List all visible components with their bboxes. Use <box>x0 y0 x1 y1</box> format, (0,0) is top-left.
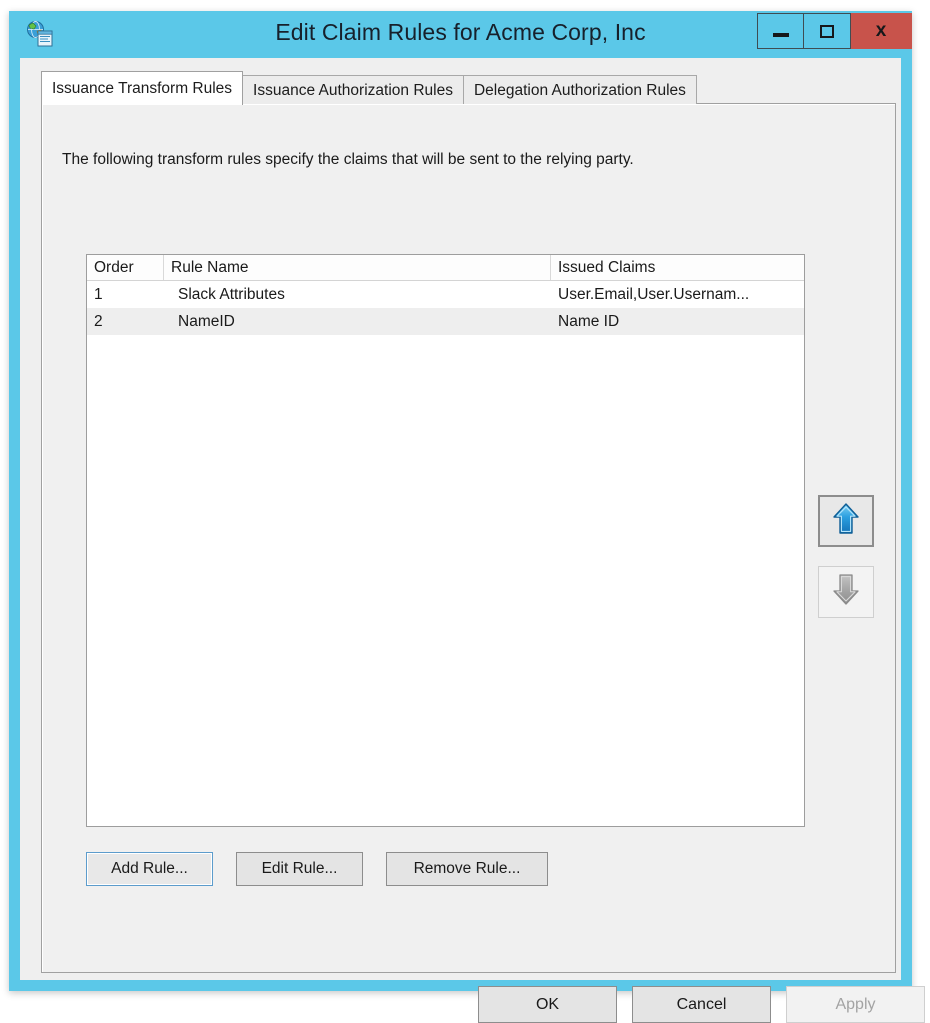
ok-button[interactable]: OK <box>478 986 617 1023</box>
relying-party-trust-icon <box>26 20 54 48</box>
column-header-rule-name[interactable]: Rule Name <box>164 255 551 280</box>
tab-issuance-transform-rules[interactable]: Issuance Transform Rules <box>41 71 244 105</box>
minimize-button[interactable] <box>757 13 804 49</box>
minimize-icon <box>772 32 789 37</box>
edit-rule-button[interactable]: Edit Rule... <box>236 852 363 886</box>
desktop-backdrop: Edit Claim Rules for Acme Corp, Inc x Is… <box>0 0 930 1023</box>
move-rule-up-button[interactable] <box>818 495 874 547</box>
tab-issuance-authorization-rules[interactable]: Issuance Authorization Rules <box>242 75 464 104</box>
arrow-up-icon <box>831 502 861 541</box>
dialog-window: Edit Claim Rules for Acme Corp, Inc x Is… <box>9 11 925 1023</box>
title-bar: Edit Claim Rules for Acme Corp, Inc x <box>20 11 912 58</box>
tab-strip: Issuance Transform Rules Issuance Author… <box>41 70 697 105</box>
intro-description: The following transform rules specify th… <box>62 151 634 168</box>
cell-rule-name: Slack Attributes <box>178 285 285 303</box>
column-header-order[interactable]: Order <box>87 255 164 280</box>
cell-order: 1 <box>94 285 103 303</box>
claim-rules-list[interactable]: Order Rule Name Issued Claims 1 Slack At… <box>86 254 805 827</box>
dialog-client-area: Issuance Transform Rules Issuance Author… <box>20 58 925 1023</box>
maximize-icon <box>820 24 834 38</box>
cell-order: 2 <box>94 312 103 330</box>
maximize-button[interactable] <box>804 13 851 49</box>
table-row[interactable]: 2 NameID Name ID <box>87 308 804 335</box>
cell-issued-claims: User.Email,User.Usernam... <box>558 285 750 303</box>
tab-delegation-authorization-rules[interactable]: Delegation Authorization Rules <box>462 75 697 104</box>
close-button[interactable]: x <box>851 13 912 49</box>
remove-rule-button[interactable]: Remove Rule... <box>386 852 548 886</box>
column-header-issued-claims[interactable]: Issued Claims <box>551 255 804 280</box>
move-rule-down-button[interactable] <box>818 566 874 618</box>
list-header-row: Order Rule Name Issued Claims <box>87 255 804 281</box>
cancel-button[interactable]: Cancel <box>632 986 771 1023</box>
arrow-down-icon <box>831 573 861 612</box>
cell-issued-claims: Name ID <box>558 312 620 330</box>
add-rule-button[interactable]: Add Rule... <box>86 852 213 886</box>
caption-button-group: x <box>757 13 912 49</box>
table-row[interactable]: 1 Slack Attributes User.Email,User.Usern… <box>87 281 804 308</box>
apply-button: Apply <box>786 986 925 1023</box>
cell-rule-name: NameID <box>178 312 235 330</box>
